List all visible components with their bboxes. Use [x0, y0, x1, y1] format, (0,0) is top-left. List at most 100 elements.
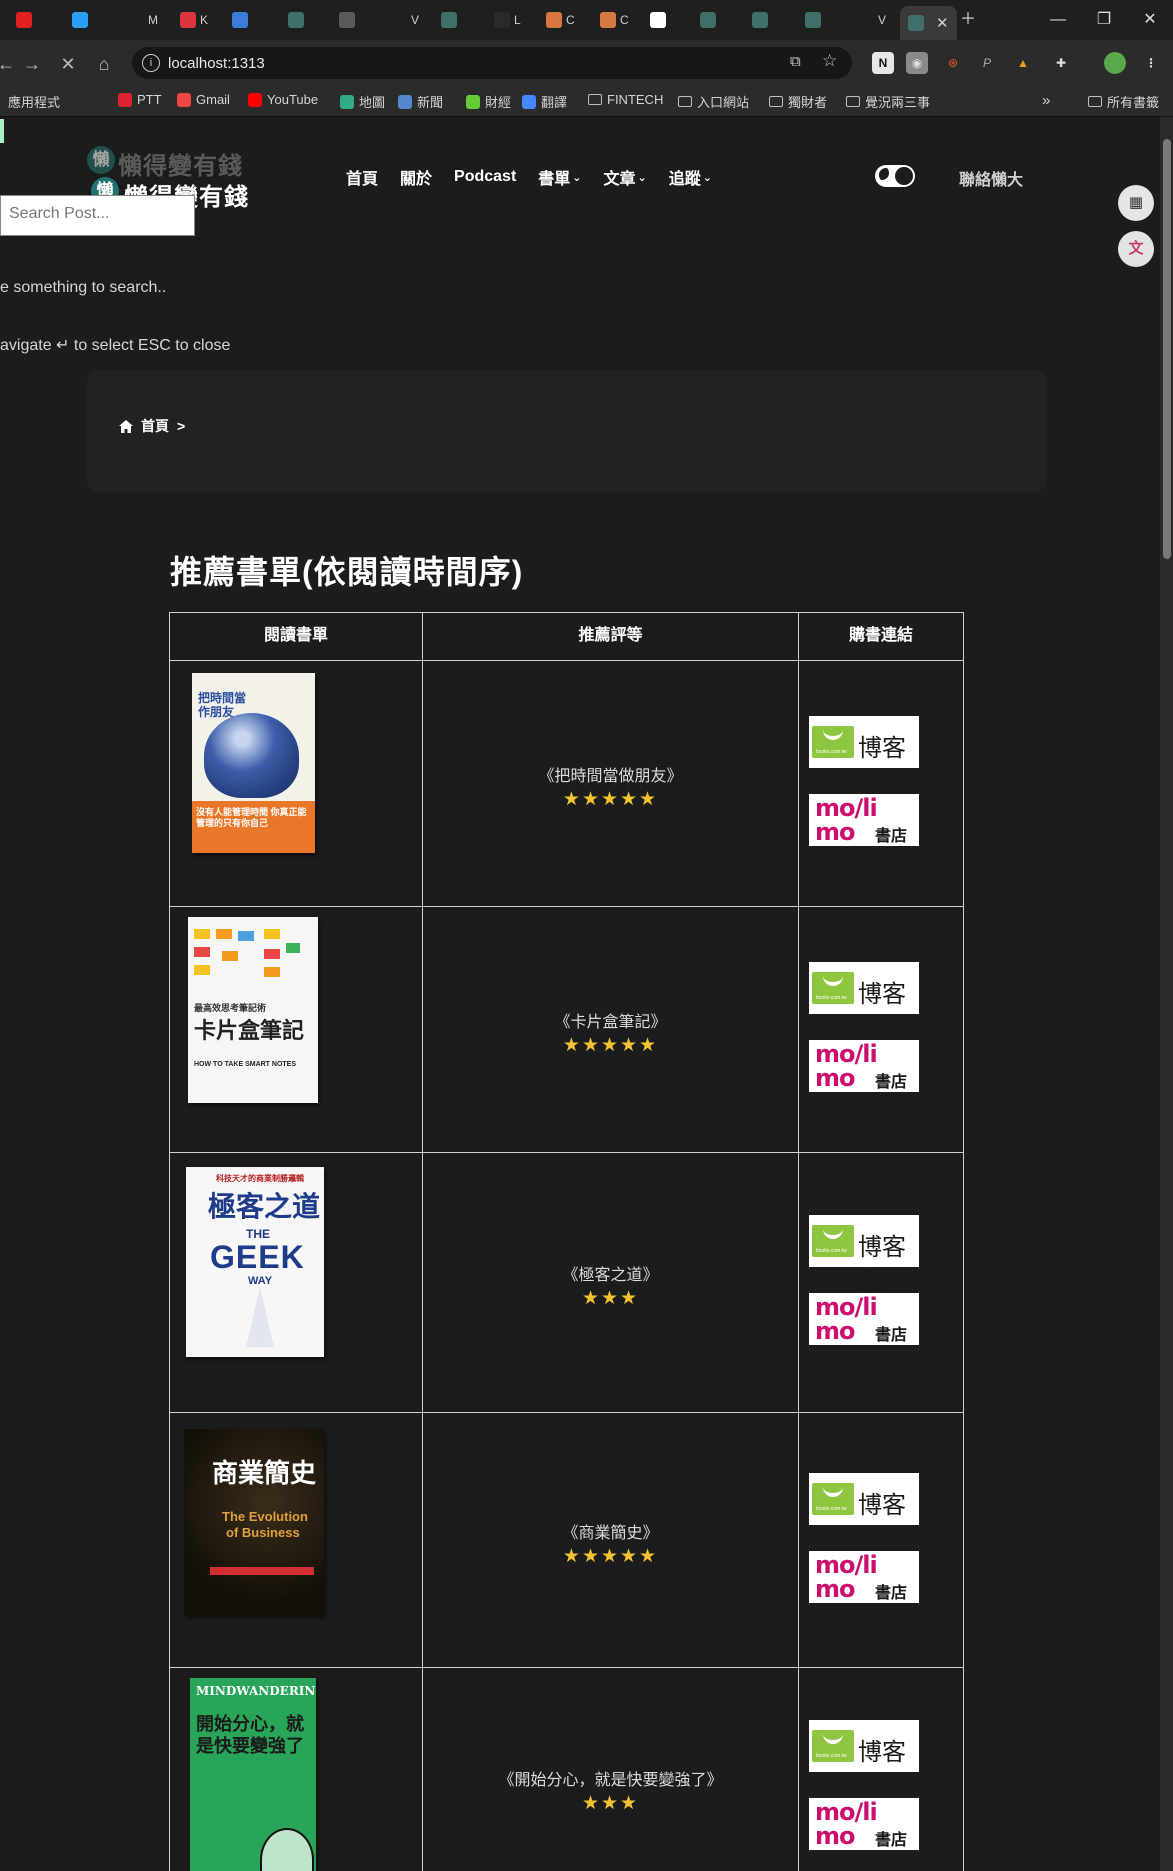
momo-logo-icon: mo/li — [815, 1293, 878, 1321]
bookmark-label: 新聞 — [417, 95, 444, 110]
minimize-button[interactable]: — — [1046, 8, 1070, 32]
bookmark-item[interactable]: 獨財者 — [769, 92, 827, 111]
contact-link[interactable]: 聯絡懶大 — [959, 166, 1023, 190]
bookmark-item[interactable]: PTT — [118, 92, 162, 107]
bookmark-item[interactable]: 財經 — [466, 92, 511, 111]
install-icon[interactable]: ⧉ — [790, 53, 801, 70]
bookmark-item[interactable]: 應用程式 — [8, 92, 60, 111]
bookmark-item[interactable]: 地圖 — [340, 92, 385, 111]
tab-favicon — [494, 12, 510, 28]
book-cover[interactable]: MINDWANDERING 開始分心，就是快要變強了 — [190, 1678, 316, 1871]
whale-illustration — [204, 713, 299, 798]
browser-tab[interactable] — [16, 7, 36, 33]
qr-code-icon[interactable]: ▦ — [1118, 185, 1154, 221]
nav-item[interactable]: 文章 ⌄ — [604, 165, 647, 189]
browser-tab[interactable]: C — [600, 7, 629, 33]
close-window-button[interactable]: ✕ — [1138, 8, 1162, 32]
bookmark-favicon — [522, 94, 536, 109]
browser-tab[interactable] — [700, 7, 720, 33]
book-cover[interactable]: 商業簡史 The Evolution of Business — [184, 1429, 324, 1615]
book-cover[interactable]: 科技天才的商業制勝邏輯 極客之道 THE GEEK WAY — [186, 1167, 324, 1357]
browser-tab[interactable] — [232, 7, 252, 33]
momo-link[interactable]: mo/li mo 書店 — [809, 1040, 919, 1092]
browser-tab[interactable]: C — [546, 7, 575, 33]
page-scrollbar[interactable] — [1160, 117, 1173, 1871]
bookmark-item[interactable]: 翻譯 — [522, 92, 567, 111]
book-cover[interactable]: 把時間當作朋友 沒有人能管理時間 你真正能管理的只有你自己 — [192, 673, 315, 853]
bookmark-item[interactable]: 新聞 — [398, 92, 443, 111]
nav-item[interactable]: 首頁 — [346, 165, 378, 189]
momo-link[interactable]: mo/li mo 書店 — [809, 1550, 919, 1603]
folder-icon — [769, 96, 783, 107]
bookmark-item[interactable]: Gmail — [177, 92, 230, 107]
book-cover-cell: 科技天才的商業制勝邏輯 極客之道 THE GEEK WAY — [170, 1153, 423, 1412]
book-cover[interactable]: 最高效思考筆記術 卡片盒筆記 HOW TO TAKE SMART NOTES — [188, 917, 318, 1103]
nav-item[interactable]: 書單 ⌄ — [538, 165, 581, 189]
books-com-tw-link[interactable]: books.com.tw 博客來 — [809, 1720, 919, 1801]
nav-item[interactable]: 關於 — [400, 165, 432, 189]
browser-tab[interactable]: K — [180, 7, 208, 33]
translate-icon[interactable]: 文 — [1118, 231, 1154, 267]
extensions-puzzle-icon[interactable]: ✚ — [1050, 52, 1072, 74]
shopping-bag-icon: books.com.tw — [812, 1730, 854, 1762]
books-com-tw-link[interactable]: books.com.tw 博客來 — [809, 1472, 919, 1554]
stop-icon[interactable]: ✕ — [56, 52, 80, 76]
books-com-tw-link[interactable]: books.com.tw 博客來 — [809, 1215, 919, 1296]
active-tab[interactable]: ✕ — [900, 6, 957, 40]
browser-tab[interactable] — [339, 7, 359, 33]
nav-label: 書單 — [538, 171, 571, 188]
scrollbar-thumb[interactable] — [1163, 139, 1171, 559]
folder-icon — [588, 94, 602, 105]
momo-link[interactable]: mo/li mo 書店 — [809, 1798, 919, 1850]
rss-extension-icon[interactable]: ◉ — [906, 52, 928, 74]
browser-tab[interactable] — [441, 7, 461, 33]
momo-label: 書店 — [875, 828, 908, 845]
browser-tab[interactable]: V — [858, 7, 886, 33]
browser-tab[interactable] — [72, 7, 92, 33]
shopping-bag-icon: books.com.tw — [812, 972, 854, 1004]
nav-label: 首頁 — [346, 171, 379, 188]
breadcrumb-home-link[interactable]: 首頁 — [141, 416, 169, 436]
tab-label: K — [200, 13, 209, 27]
bookmarks-overflow-button[interactable]: » — [1042, 92, 1050, 109]
browser-tab[interactable] — [650, 7, 670, 33]
home-icon[interactable]: ⌂ — [92, 52, 116, 76]
nav-item[interactable]: 追蹤 ⌄ — [669, 165, 712, 189]
browser-tab[interactable] — [752, 7, 772, 33]
notion-extension-icon[interactable]: N — [872, 52, 894, 74]
bookmark-label: 地圖 — [359, 95, 386, 110]
momo-link[interactable]: mo/li mo 書店 — [809, 794, 919, 846]
browser-tab[interactable]: V — [391, 7, 419, 33]
extension-orange-icon[interactable]: ⊛ — [942, 52, 964, 74]
profile-avatar[interactable] — [1104, 52, 1126, 74]
browser-tab[interactable]: M — [128, 7, 158, 33]
cover-head-illustration — [260, 1828, 314, 1871]
tab-close-icon[interactable]: ✕ — [936, 14, 949, 32]
menu-dots-icon[interactable]: ⋮ — [1140, 52, 1162, 74]
site-info-icon[interactable]: i — [142, 54, 160, 72]
bookmark-star-icon[interactable]: ☆ — [822, 51, 837, 71]
browser-tab[interactable] — [288, 7, 308, 33]
new-tab-button[interactable]: ＋ — [956, 8, 980, 32]
bookmark-item[interactable]: 入口網站 — [678, 92, 749, 111]
nav-item[interactable]: Podcast — [454, 165, 516, 189]
dark-mode-toggle[interactable] — [875, 165, 915, 187]
restore-button[interactable]: ❐ — [1092, 8, 1116, 32]
extension-p-icon[interactable]: P — [976, 52, 998, 74]
back-icon[interactable]: ← — [0, 52, 18, 76]
tab-favicon — [600, 12, 616, 28]
search-input[interactable]: Search Post... — [0, 195, 195, 236]
books-com-tw-link[interactable]: books.com.tw 博客來 — [809, 716, 919, 797]
extension-lock-icon[interactable]: ▲ — [1012, 52, 1034, 74]
all-bookmarks-button[interactable]: 所有書籤 — [1088, 92, 1159, 111]
bookmark-item[interactable]: 覺況兩三事 — [846, 92, 930, 111]
browser-tab[interactable]: L — [494, 7, 521, 33]
cover-diagram — [194, 929, 300, 989]
forward-icon[interactable]: → — [20, 52, 44, 76]
address-bar[interactable]: i localhost:1313 ⧉ ☆ — [132, 47, 852, 79]
momo-link[interactable]: mo/li mo 書店 — [809, 1293, 919, 1345]
books-com-tw-link[interactable]: books.com.tw 博客來 — [809, 962, 919, 1043]
browser-tab[interactable] — [805, 7, 825, 33]
bookmark-item[interactable]: FINTECH — [588, 92, 663, 107]
bookmark-item[interactable]: YouTube — [248, 92, 318, 107]
